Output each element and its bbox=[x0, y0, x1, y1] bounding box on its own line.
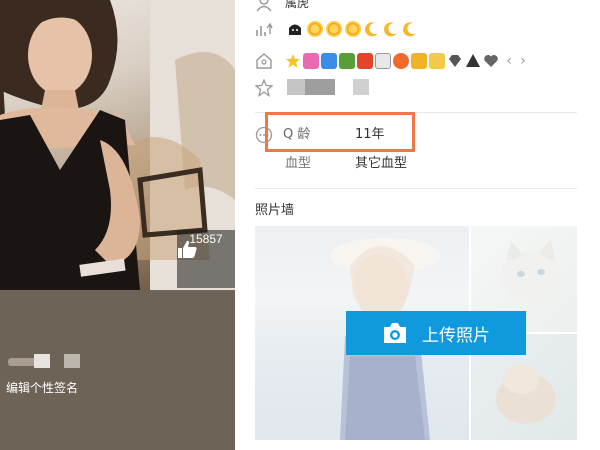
fun-app-badge-icon bbox=[303, 53, 319, 69]
svip-badge-icon bbox=[466, 54, 480, 67]
badges-next-button[interactable]: › bbox=[517, 53, 529, 69]
profile-cover-photo[interactable]: 15857 bbox=[0, 0, 235, 290]
diamond-badge-icon bbox=[449, 55, 461, 67]
badges-prev-button[interactable]: ‹ bbox=[503, 53, 515, 69]
moon-icon bbox=[403, 22, 416, 37]
service-badges[interactable]: ‹ › bbox=[285, 52, 529, 70]
music-badge-icon bbox=[411, 53, 427, 69]
home-icon bbox=[256, 53, 272, 69]
edit-signature-link[interactable]: 编辑个性签名 bbox=[6, 379, 78, 396]
photo-wall: 上传照片 bbox=[255, 226, 577, 440]
thumbs-up-icon bbox=[178, 240, 197, 258]
profile-bottom-bar bbox=[0, 290, 235, 450]
gift-badge-icon bbox=[339, 53, 355, 69]
profile-panel: 15857 编辑个性签名 bbox=[0, 0, 235, 450]
qage-label: Q 龄 bbox=[283, 127, 311, 142]
info-panel: 属虎 ‹ › Q 龄 11年 血型 其它血型 照片墙 上传照片 bbox=[235, 0, 600, 450]
upload-photo-button[interactable]: 上传照片 bbox=[346, 311, 526, 355]
hongbao-badge-icon bbox=[357, 53, 373, 69]
camera-icon bbox=[384, 323, 406, 343]
person-icon bbox=[256, 0, 272, 12]
blood-type-label: 血型 bbox=[285, 156, 312, 171]
divider bbox=[255, 188, 577, 189]
like-button[interactable]: 15857 bbox=[177, 230, 235, 288]
level-up-icon bbox=[256, 22, 273, 36]
qage-value: 11年 bbox=[355, 127, 385, 142]
moon-icon bbox=[365, 22, 378, 37]
star-badge-icon bbox=[286, 54, 300, 68]
zodiac-value: 属虎 bbox=[285, 0, 310, 10]
q-game-badge-icon bbox=[393, 53, 409, 69]
star-outline-icon bbox=[255, 79, 273, 97]
nickname-blurred bbox=[8, 354, 98, 370]
blood-type-value: 其它血型 bbox=[355, 156, 408, 171]
sun-icon bbox=[326, 21, 342, 37]
photo-wall-title: 照片墙 bbox=[255, 203, 295, 218]
qq-photo-badge-icon bbox=[321, 53, 337, 69]
qzone-badge-icon bbox=[429, 53, 445, 69]
pet-badge-icon bbox=[375, 53, 391, 69]
heart-badge-icon bbox=[484, 55, 498, 67]
sun-icon bbox=[307, 21, 323, 37]
crown-icon bbox=[289, 24, 301, 35]
upload-photo-label: 上传照片 bbox=[422, 325, 490, 346]
qq-level-icons[interactable] bbox=[287, 20, 421, 38]
sun-icon bbox=[345, 21, 361, 37]
moon-icon bbox=[384, 22, 397, 37]
